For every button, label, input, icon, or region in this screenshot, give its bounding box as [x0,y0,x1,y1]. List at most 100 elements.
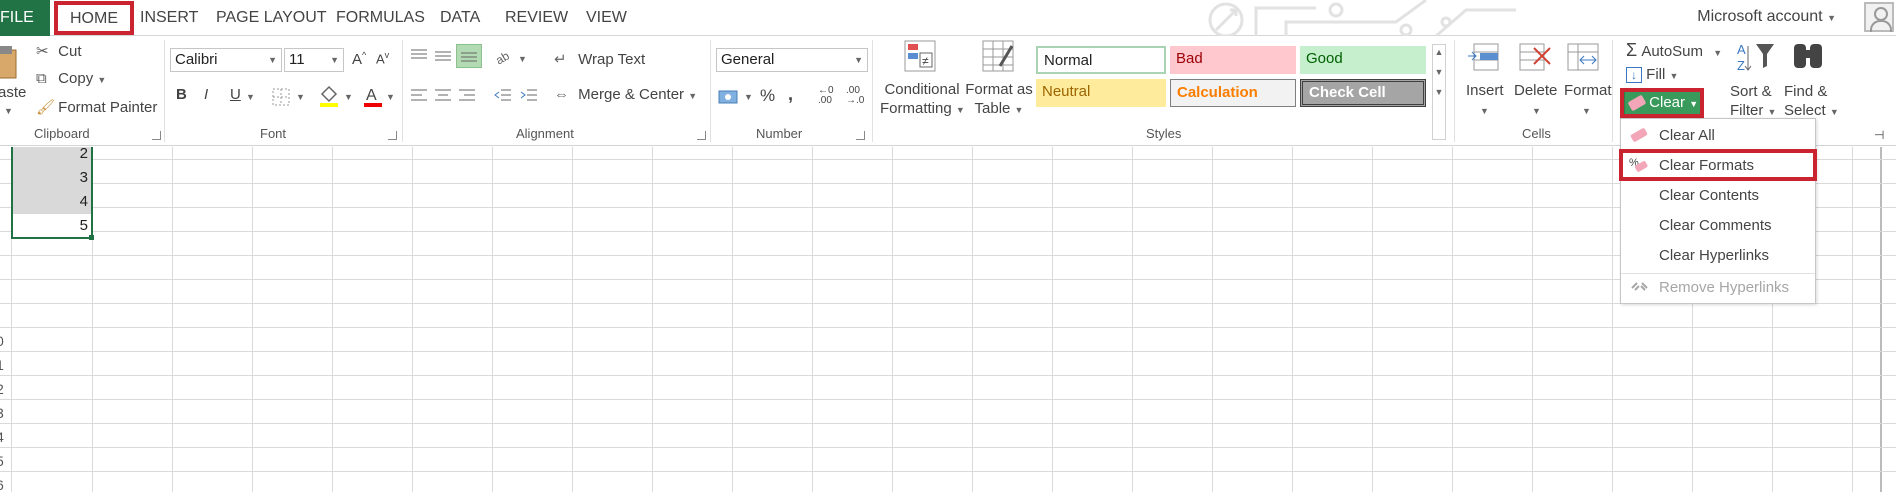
italic-button[interactable]: I [204,86,208,103]
tab-page-layout[interactable]: PAGE LAYOUT [216,0,327,36]
tab-data[interactable]: DATA [440,0,480,36]
alignment-launcher-icon[interactable] [697,131,706,140]
font-name-input[interactable]: Calibri ▼ [170,48,282,72]
percent-style-button[interactable]: % [760,86,775,106]
account-avatar-icon[interactable] [1864,2,1894,32]
grid-line [1292,147,1293,492]
underline-dropdown-icon[interactable]: ▼ [246,92,255,102]
clipboard-launcher-icon[interactable] [152,131,161,140]
tab-insert[interactable]: INSERT [140,0,198,36]
align-center-icon[interactable] [434,88,452,108]
clear-button-highlight [1620,88,1704,118]
collapse-ribbon-icon[interactable]: ⊣ [1874,128,1884,142]
tab-file[interactable]: FILE [0,0,50,36]
paste-button[interactable]: aste [0,84,26,101]
fill-button[interactable]: ↓ Fill ▼ [1626,66,1678,83]
merge-center-label: Merge & Center [578,86,685,103]
sort-filter-icon[interactable]: AZ [1736,40,1776,78]
menu-item-clear-hyperlinks[interactable]: Clear Hyperlinks [1659,247,1769,264]
grid-line [0,207,1896,208]
delete-dropdown-icon[interactable]: ▼ [1532,106,1541,116]
find-select-button[interactable]: Find & Select ▼ [1784,82,1839,122]
sigma-icon: Σ [1626,40,1638,60]
format-dropdown-icon[interactable]: ▼ [1582,106,1591,116]
grid-line [1212,147,1213,492]
font-launcher-icon[interactable] [388,131,397,140]
orientation-dropdown-icon[interactable]: ▼ [518,54,527,64]
delete-cells-button[interactable]: Delete [1514,82,1557,99]
conditional-formatting-label-2: Formatting [880,100,952,117]
wrap-text-button[interactable]: ↵ Wrap Text [554,50,645,68]
grid-line [972,147,973,492]
number-format-input[interactable]: General ▼ [716,48,868,72]
align-left-icon[interactable] [410,88,428,108]
number-launcher-icon[interactable] [856,131,865,140]
font-color-icon[interactable]: A [362,84,384,112]
fill-color-dropdown-icon[interactable]: ▼ [344,92,353,102]
style-normal[interactable]: Normal [1036,46,1166,74]
bottom-align-icon[interactable] [456,44,482,68]
grow-font-icon[interactable]: A^ [352,50,366,68]
style-calculation[interactable]: Calculation [1170,79,1296,107]
tab-review[interactable]: REVIEW [505,0,568,36]
styles-gallery-scroll[interactable]: ▲ ▼ ▼ [1432,44,1446,140]
merge-center-button[interactable]: ⇔ Merge & Center ▼ [554,86,697,103]
borders-icon[interactable] [272,88,292,110]
format-as-table-button[interactable]: Format as Table ▼ [962,80,1036,120]
format-cells-icon[interactable] [1566,40,1602,78]
delete-cells-icon[interactable] [1516,40,1552,78]
comma-style-button[interactable]: , [788,84,793,105]
decrease-decimal-icon[interactable]: .00 →.0 [846,86,864,106]
align-right-icon[interactable] [458,88,476,108]
font-size-input[interactable]: 11 ▼ [284,48,344,72]
borders-dropdown-icon[interactable]: ▼ [296,92,305,102]
orientation-icon[interactable]: ab [493,46,516,68]
worksheet-grid[interactable]: 2 3 4 5 0 1 2 3 4 5 6 [0,147,1896,492]
style-good[interactable]: Good [1300,46,1426,74]
grid-line [0,183,1896,184]
tab-view[interactable]: VIEW [586,0,627,36]
fill-color-icon[interactable] [318,84,340,112]
menu-item-clear-all[interactable]: Clear All [1659,127,1715,144]
row-number: 4 [0,429,4,445]
font-color-dropdown-icon[interactable]: ▼ [386,92,395,102]
cut-button[interactable]: ✂ Cut [36,42,82,60]
bold-button[interactable]: B [176,86,187,103]
group-divider [164,40,165,142]
currency-dropdown-icon[interactable]: ▼ [744,92,753,102]
increase-decimal-icon[interactable]: ←0.00 [818,86,834,106]
insert-cells-icon[interactable] [1466,40,1502,78]
paste-icon[interactable] [0,42,20,82]
middle-align-icon[interactable] [434,48,452,68]
tab-formulas[interactable]: FORMULAS [336,0,425,36]
format-as-table-label: Format as [965,81,1033,98]
menu-item-clear-contents[interactable]: Clear Contents [1659,187,1759,204]
format-cells-button[interactable]: Format [1564,82,1612,99]
style-bad[interactable]: Bad [1170,46,1296,74]
style-check-cell[interactable]: Check Cell [1300,79,1426,107]
microsoft-account[interactable]: Microsoft account ▼ [1697,8,1836,26]
format-as-table-icon[interactable] [982,40,1016,78]
fill-handle[interactable] [89,235,94,240]
wrap-text-icon: ↵ [554,51,567,68]
paste-dropdown-icon[interactable]: ▼ [4,106,13,116]
currency-icon[interactable] [718,88,740,110]
decrease-indent-icon[interactable] [494,88,512,108]
find-select-icon[interactable] [1790,40,1826,78]
underline-button[interactable]: U [230,86,241,103]
copy-button[interactable]: ⧉ Copy ▼ [36,70,106,87]
increase-indent-icon[interactable] [520,88,538,108]
merge-center-icon: ⇔ [554,86,569,103]
autosum-button[interactable]: Σ AutoSum ▼ [1626,40,1722,61]
top-align-icon[interactable] [410,48,428,68]
insert-dropdown-icon[interactable]: ▼ [1480,106,1489,116]
insert-cells-button[interactable]: Insert [1466,82,1504,99]
shrink-font-icon[interactable]: Av [376,50,389,66]
menu-item-clear-comments[interactable]: Clear Comments [1659,217,1772,234]
conditional-formatting-button[interactable]: Conditional Formatting ▼ [880,80,965,120]
style-neutral[interactable]: Neutral [1036,79,1166,107]
format-painter-button[interactable]: 🖌 Format Painter [36,98,157,116]
tab-home[interactable]: HOME [54,1,134,35]
sort-filter-button[interactable]: Sort & Filter ▼ [1730,82,1776,122]
conditional-formatting-icon[interactable]: ≠ [904,40,938,78]
